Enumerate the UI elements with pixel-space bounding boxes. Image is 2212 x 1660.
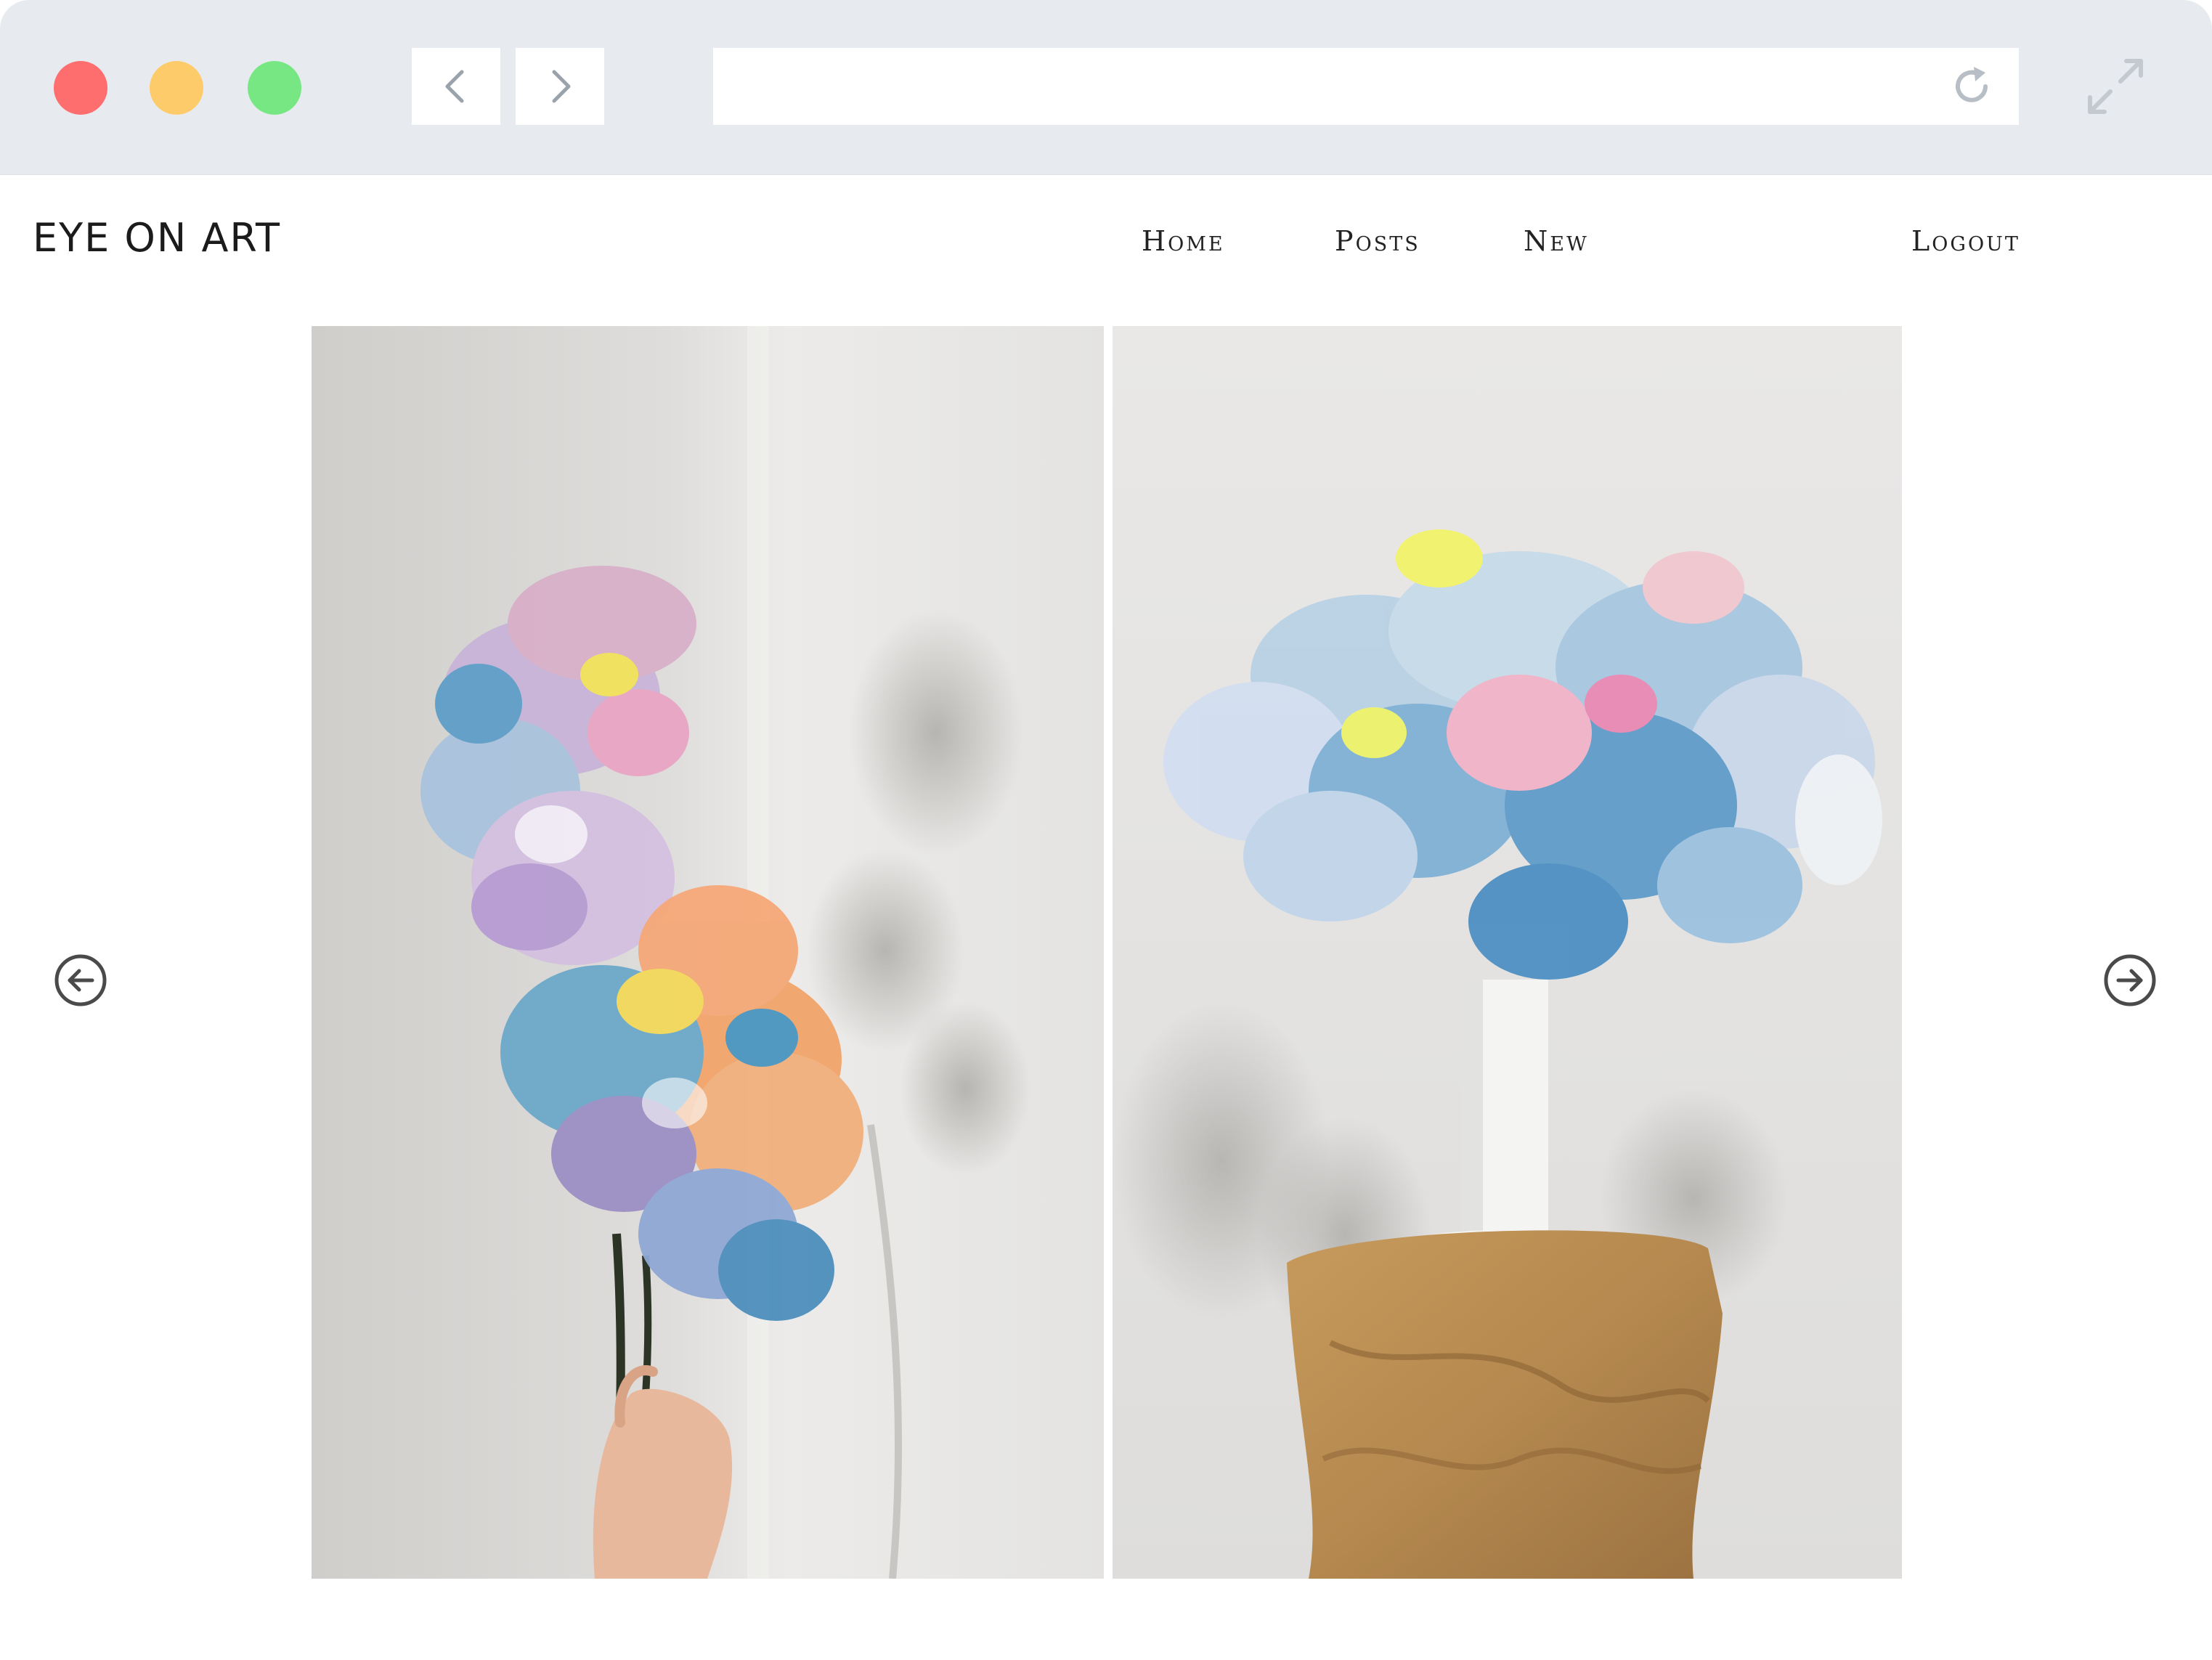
expand-icon[interactable] — [2081, 52, 2150, 121]
chevron-left-icon — [445, 70, 464, 103]
arrow-right-circle-icon[interactable] — [2103, 953, 2157, 1007]
close-window-button[interactable] — [54, 61, 107, 115]
nav-home-link[interactable]: Home — [1142, 225, 1225, 257]
forward-button[interactable] — [516, 48, 604, 125]
carousel-slide-right[interactable] — [1113, 326, 1902, 1579]
maximize-window-button[interactable] — [248, 61, 301, 115]
site-logo[interactable]: EYE ON ART — [33, 215, 281, 261]
arrow-left-circle-icon[interactable] — [54, 953, 107, 1007]
back-button[interactable] — [412, 48, 500, 125]
browser-toolbar — [0, 0, 2212, 175]
carousel-slide-left[interactable] — [312, 326, 1104, 1579]
nav-new-link[interactable]: New — [1524, 225, 1589, 257]
chevron-right-icon — [552, 70, 571, 103]
nav-posts-link[interactable]: Posts — [1335, 225, 1420, 257]
nav-logout-link[interactable]: Logout — [1911, 225, 2020, 257]
reload-icon[interactable] — [1948, 62, 1996, 110]
browser-window: EYE ON ART Home Posts New Logout — [0, 0, 2212, 1660]
orchid-vase-photo — [1113, 326, 1902, 1579]
image-carousel — [312, 326, 1902, 1579]
orchid-hand-photo — [312, 326, 1104, 1579]
address-bar[interactable] — [713, 48, 2019, 125]
minimize-window-button[interactable] — [150, 61, 203, 115]
site-header: EYE ON ART Home Posts New Logout — [0, 174, 2212, 320]
